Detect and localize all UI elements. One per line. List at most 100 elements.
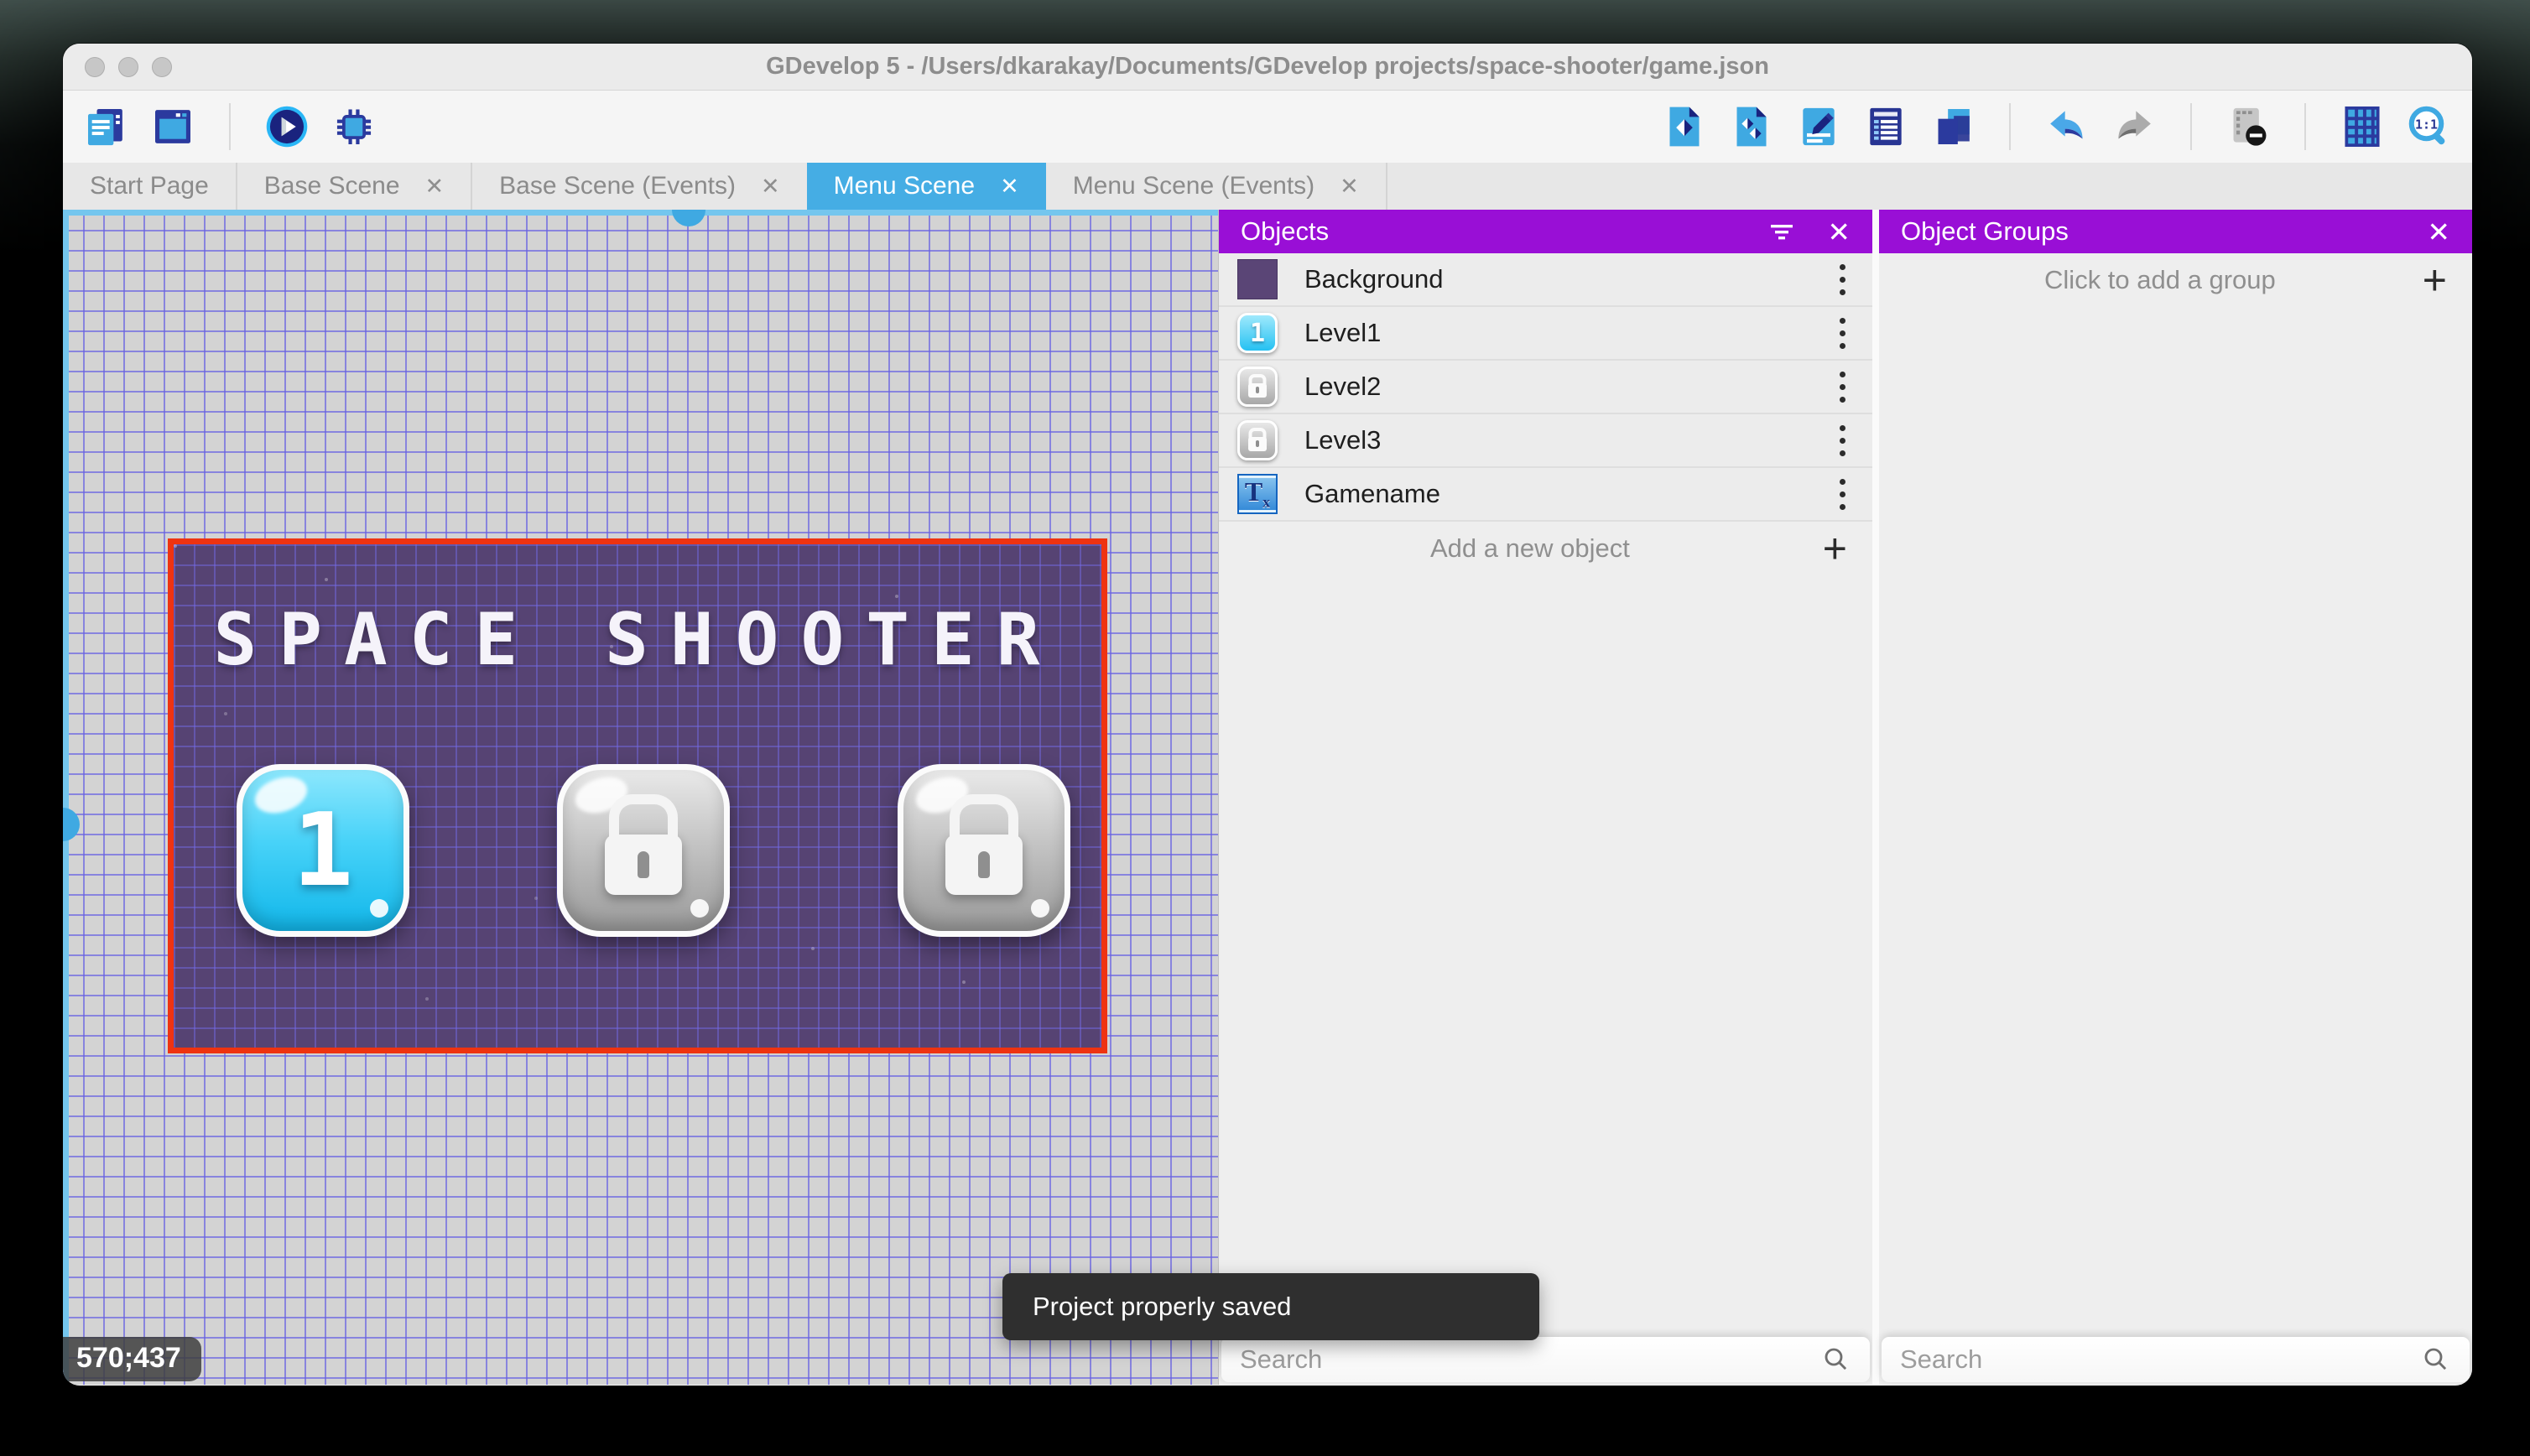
add-group-label: Click to add a group: [2044, 265, 2276, 294]
filter-icon[interactable]: [1765, 215, 1799, 248]
object-row-gamename[interactable]: Tx Gamename: [1219, 468, 1872, 522]
add-group-row[interactable]: Click to add a group +: [1879, 253, 2472, 307]
object-row-background[interactable]: Background: [1219, 253, 1872, 307]
object-groups-search-box[interactable]: [1882, 1337, 2470, 1382]
level1-thumbnail-icon: 1: [1237, 313, 1278, 353]
plus-icon[interactable]: +: [2419, 259, 2450, 301]
close-tab-icon[interactable]: ✕: [1000, 174, 1019, 200]
undo-icon[interactable]: [2043, 102, 2091, 151]
background-thumbnail-icon: [1237, 259, 1278, 299]
lock-thumbnail-icon: [1237, 367, 1278, 407]
tab-start-page[interactable]: Start Page: [63, 163, 236, 210]
object-name: Background: [1304, 264, 1444, 294]
level3-button-object[interactable]: [898, 764, 1070, 937]
close-window-icon[interactable]: [85, 56, 105, 77]
horizontal-scrollbar-thumb[interactable]: [672, 210, 705, 226]
layers-icon[interactable]: [1861, 102, 1910, 151]
toolbar-divider: [2009, 103, 2011, 150]
title-bar: GDevelop 5 - /Users/dkarakay/Documents/G…: [63, 44, 2472, 91]
object-groups-search-input[interactable]: [1900, 1344, 2409, 1375]
preview-window-icon[interactable]: [148, 102, 197, 151]
object-name: Level2: [1304, 372, 1382, 401]
add-object-row[interactable]: Add a new object +: [1219, 522, 1872, 575]
level2-button-object[interactable]: [557, 764, 730, 937]
text-object-thumbnail-icon: Tx: [1237, 474, 1278, 514]
deep-copy-icon[interactable]: [1929, 102, 1977, 151]
objects-panel: Objects ✕ Background 1 Level1 Level2 Lev…: [1218, 210, 1872, 1385]
object-row-level2[interactable]: Level2: [1219, 361, 1872, 414]
horizontal-scrollbar[interactable]: [63, 210, 1218, 226]
lock-icon: [945, 835, 1023, 895]
scene-title-text-object[interactable]: SPACE SHOOTER: [174, 598, 1101, 682]
tab-base-scene[interactable]: Base Scene ✕: [237, 163, 471, 210]
redo-icon[interactable]: [2110, 102, 2158, 151]
object-groups-panel-title: Object Groups: [1901, 216, 2069, 246]
kebab-menu-icon[interactable]: [1831, 311, 1854, 356]
svg-text:1:1: 1:1: [2415, 117, 2438, 132]
object-groups-panel-header: Object Groups ✕: [1879, 210, 2472, 253]
vertical-scrollbar[interactable]: [63, 210, 80, 1385]
save-toast: Project properly saved: [1002, 1273, 1539, 1340]
objects-editor-icon[interactable]: [1660, 102, 1709, 151]
close-panel-icon[interactable]: ✕: [2427, 216, 2450, 248]
tab-label: Base Scene (Events): [499, 172, 736, 200]
objects-search-box[interactable]: [1221, 1337, 1870, 1382]
game-scene-window[interactable]: SPACE SHOOTER 1: [168, 538, 1107, 1053]
objects-panel-empty-space: [1219, 575, 1872, 1337]
toolbar-divider: [2190, 103, 2192, 150]
instances-list-icon[interactable]: [1727, 102, 1776, 151]
object-name: Gamename: [1304, 479, 1440, 508]
object-name: Level3: [1304, 425, 1382, 455]
tab-separator: [1385, 163, 1387, 210]
gdevelop-window: GDevelop 5 - /Users/dkarakay/Documents/G…: [63, 44, 2472, 1386]
toolbar: 1:1: [63, 91, 2472, 163]
objects-panel-header: Objects ✕: [1219, 210, 1872, 253]
tab-base-scene-events[interactable]: Base Scene (Events) ✕: [472, 163, 806, 210]
zoom-window-icon[interactable]: [152, 56, 172, 77]
scene-properties-icon[interactable]: [1794, 102, 1843, 151]
object-row-level3[interactable]: Level3: [1219, 414, 1872, 468]
toolbar-divider: [229, 103, 231, 150]
search-icon: [2424, 1348, 2447, 1370]
object-groups-empty-space: [1879, 307, 2472, 1337]
project-manager-icon[interactable]: [81, 102, 130, 151]
level1-button-object[interactable]: 1: [237, 764, 409, 937]
close-panel-icon[interactable]: ✕: [1827, 216, 1851, 248]
toolbar-divider: [2304, 103, 2306, 150]
tab-label: Menu Scene: [833, 172, 976, 200]
objects-search-input[interactable]: [1240, 1344, 1809, 1375]
cursor-coordinates-badge: 570;437: [63, 1337, 201, 1381]
tab-menu-scene[interactable]: Menu Scene ✕: [806, 163, 1046, 210]
tab-bar: Start Page Base Scene ✕ Base Scene (Even…: [63, 163, 2472, 210]
add-object-label: Add a new object: [1429, 533, 1630, 563]
object-row-level1[interactable]: 1 Level1: [1219, 307, 1872, 361]
close-tab-icon[interactable]: ✕: [425, 174, 445, 200]
kebab-menu-icon[interactable]: [1831, 419, 1854, 463]
zoom-original-icon[interactable]: 1:1: [2405, 102, 2454, 151]
tab-label: Start Page: [90, 172, 209, 200]
toast-message: Project properly saved: [1033, 1292, 1292, 1321]
scene-editor-canvas[interactable]: SPACE SHOOTER 1 570;437: [63, 210, 1218, 1385]
search-icon: [1825, 1348, 1847, 1370]
lock-icon: [605, 835, 682, 895]
level1-number: 1: [292, 792, 354, 909]
kebab-menu-icon[interactable]: [1831, 257, 1854, 302]
minimize-window-icon[interactable]: [118, 56, 138, 77]
close-tab-icon[interactable]: ✕: [1340, 174, 1359, 200]
vertical-scrollbar-thumb[interactable]: [63, 808, 80, 841]
kebab-menu-icon[interactable]: [1831, 472, 1854, 517]
object-name: Level1: [1304, 318, 1382, 347]
panel-divider: [1872, 210, 1879, 1385]
grid-icon[interactable]: [2338, 102, 2387, 151]
kebab-menu-icon[interactable]: [1831, 365, 1854, 409]
close-tab-icon[interactable]: ✕: [761, 174, 780, 200]
plus-icon[interactable]: +: [1819, 528, 1851, 569]
objects-panel-title: Objects: [1241, 216, 1330, 246]
play-preview-icon[interactable]: [263, 102, 311, 151]
tab-label: Menu Scene (Events): [1072, 172, 1315, 200]
tab-menu-scene-events[interactable]: Menu Scene (Events) ✕: [1046, 163, 1386, 210]
debug-icon[interactable]: [330, 102, 378, 151]
traffic-lights: [85, 56, 172, 77]
tab-label: Base Scene: [263, 172, 400, 200]
render-mask-icon[interactable]: [2224, 102, 2272, 151]
